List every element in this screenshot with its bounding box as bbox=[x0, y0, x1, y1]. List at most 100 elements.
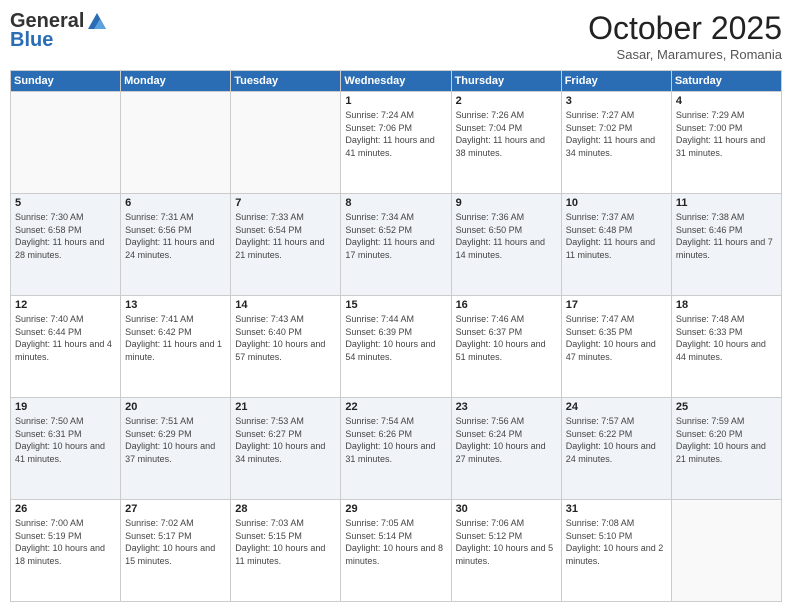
table-row: 15 Sunrise: 7:44 AM Sunset: 6:39 PM Dayli… bbox=[341, 296, 451, 398]
table-row: 25Sunrise: 7:59 AM Sunset: 6:20 PM Dayli… bbox=[671, 398, 781, 500]
day-info: Sunrise: 7:33 AM Sunset: 6:54 PM Dayligh… bbox=[235, 211, 336, 261]
table-row: 16 Sunrise: 7:46 AM Sunset: 6:37 PM Dayli… bbox=[451, 296, 561, 398]
day-number: 17 bbox=[566, 299, 667, 311]
day-info: Sunrise: 7:43 AM Sunset: 6:40 PM Dayligh… bbox=[235, 313, 336, 363]
table-row: 2 Sunrise: 7:26 AM Sunset: 7:04 PM Daylig… bbox=[451, 92, 561, 194]
day-number: 14 bbox=[235, 299, 336, 311]
table-row: 24 Sunrise: 7:57 AM Sunset: 6:22 PM Dayli… bbox=[561, 398, 671, 500]
day-number: 11 bbox=[676, 197, 777, 209]
day-info: Sunrise: 7:53 AM Sunset: 6:27 PM Dayligh… bbox=[235, 415, 336, 465]
day-info: Sunrise: 7:41 AM Sunset: 6:42 PM Dayligh… bbox=[125, 313, 226, 363]
day-number: 10 bbox=[566, 197, 667, 209]
table-row: 20Sunrise: 7:51 AM Sunset: 6:29 PM Dayli… bbox=[121, 398, 231, 500]
table-row: 21Sunrise: 7:53 AM Sunset: 6:27 PM Dayli… bbox=[231, 398, 341, 500]
table-row: 19Sunrise: 7:50 AM Sunset: 6:31 PM Dayli… bbox=[11, 398, 121, 500]
day-info: Sunrise: 7:03 AM Sunset: 5:15 PM Dayligh… bbox=[235, 517, 336, 567]
calendar-table: Sunday Monday Tuesday Wednesday Thursday… bbox=[10, 70, 782, 602]
table-row: 28Sunrise: 7:03 AM Sunset: 5:15 PM Dayli… bbox=[231, 500, 341, 602]
page-container: General Blue October 2025 Sasar, Maramur… bbox=[0, 0, 792, 612]
day-number: 22 bbox=[345, 401, 446, 413]
table-row: 29Sunrise: 7:05 AM Sunset: 5:14 PM Dayli… bbox=[341, 500, 451, 602]
day-info: Sunrise: 7:30 AM Sunset: 6:58 PM Dayligh… bbox=[15, 211, 116, 261]
table-row: 3Sunrise: 7:27 AM Sunset: 7:02 PM Daylig… bbox=[561, 92, 671, 194]
day-number: 8 bbox=[345, 197, 446, 209]
day-number: 26 bbox=[15, 503, 116, 515]
day-number: 24 bbox=[566, 401, 667, 413]
logo: General Blue bbox=[10, 10, 108, 52]
day-number: 9 bbox=[456, 197, 557, 209]
day-number: 19 bbox=[15, 401, 116, 413]
day-number: 31 bbox=[566, 503, 667, 515]
table-row: 4 Sunrise: 7:29 AM Sunset: 7:00 PM Daylig… bbox=[671, 92, 781, 194]
day-number: 2 bbox=[456, 95, 557, 107]
table-row: 23 Sunrise: 7:56 AM Sunset: 6:24 PM Dayli… bbox=[451, 398, 561, 500]
location-subtitle: Sasar, Maramures, Romania bbox=[588, 47, 782, 62]
day-info: Sunrise: 7:48 AM Sunset: 6:33 PM Dayligh… bbox=[676, 313, 777, 363]
table-row: 31 Sunrise: 7:08 AM Sunset: 5:10 PM Dayli… bbox=[561, 500, 671, 602]
day-info: Sunrise: 7:06 AM Sunset: 5:12 PM Dayligh… bbox=[456, 517, 557, 567]
day-info: Sunrise: 7:37 AM Sunset: 6:48 PM Dayligh… bbox=[566, 211, 667, 261]
month-title: October 2025 bbox=[588, 10, 782, 47]
calendar-week-row: 5 Sunrise: 7:30 AM Sunset: 6:58 PM Daylig… bbox=[11, 194, 782, 296]
day-info: Sunrise: 7:59 AM Sunset: 6:20 PM Dayligh… bbox=[676, 415, 777, 465]
day-info: Sunrise: 7:57 AM Sunset: 6:22 PM Dayligh… bbox=[566, 415, 667, 465]
table-row: 13 Sunrise: 7:41 AM Sunset: 6:42 PM Dayli… bbox=[121, 296, 231, 398]
col-sunday: Sunday bbox=[11, 71, 121, 92]
table-row: 10 Sunrise: 7:37 AM Sunset: 6:48 PM Dayli… bbox=[561, 194, 671, 296]
table-row: 6Sunrise: 7:31 AM Sunset: 6:56 PM Daylig… bbox=[121, 194, 231, 296]
day-info: Sunrise: 7:38 AM Sunset: 6:46 PM Dayligh… bbox=[676, 211, 777, 261]
day-info: Sunrise: 7:26 AM Sunset: 7:04 PM Dayligh… bbox=[456, 109, 557, 159]
day-number: 30 bbox=[456, 503, 557, 515]
table-row: 26 Sunrise: 7:00 AM Sunset: 5:19 PM Dayli… bbox=[11, 500, 121, 602]
col-saturday: Saturday bbox=[671, 71, 781, 92]
day-number: 15 bbox=[345, 299, 446, 311]
day-info: Sunrise: 7:08 AM Sunset: 5:10 PM Dayligh… bbox=[566, 517, 667, 567]
table-row: 30 Sunrise: 7:06 AM Sunset: 5:12 PM Dayli… bbox=[451, 500, 561, 602]
table-row: 11 Sunrise: 7:38 AM Sunset: 6:46 PM Dayli… bbox=[671, 194, 781, 296]
day-info: Sunrise: 7:34 AM Sunset: 6:52 PM Dayligh… bbox=[345, 211, 446, 261]
day-info: Sunrise: 7:51 AM Sunset: 6:29 PM Dayligh… bbox=[125, 415, 226, 465]
day-info: Sunrise: 7:44 AM Sunset: 6:39 PM Dayligh… bbox=[345, 313, 446, 363]
day-number: 16 bbox=[456, 299, 557, 311]
table-row bbox=[231, 92, 341, 194]
logo-blue-text: Blue bbox=[10, 29, 53, 52]
day-info: Sunrise: 7:29 AM Sunset: 7:00 PM Dayligh… bbox=[676, 109, 777, 159]
table-row: 22 Sunrise: 7:54 AM Sunset: 6:26 PM Dayli… bbox=[341, 398, 451, 500]
day-info: Sunrise: 7:54 AM Sunset: 6:26 PM Dayligh… bbox=[345, 415, 446, 465]
page-header: General Blue October 2025 Sasar, Maramur… bbox=[10, 10, 782, 62]
day-number: 1 bbox=[345, 95, 446, 107]
col-friday: Friday bbox=[561, 71, 671, 92]
day-info: Sunrise: 7:27 AM Sunset: 7:02 PM Dayligh… bbox=[566, 109, 667, 159]
table-row: 27Sunrise: 7:02 AM Sunset: 5:17 PM Dayli… bbox=[121, 500, 231, 602]
calendar-header-row: Sunday Monday Tuesday Wednesday Thursday… bbox=[11, 71, 782, 92]
col-thursday: Thursday bbox=[451, 71, 561, 92]
col-wednesday: Wednesday bbox=[341, 71, 451, 92]
day-info: Sunrise: 7:46 AM Sunset: 6:37 PM Dayligh… bbox=[456, 313, 557, 363]
day-info: Sunrise: 7:56 AM Sunset: 6:24 PM Dayligh… bbox=[456, 415, 557, 465]
table-row: 7 Sunrise: 7:33 AM Sunset: 6:54 PM Daylig… bbox=[231, 194, 341, 296]
table-row bbox=[121, 92, 231, 194]
logo-icon bbox=[86, 11, 108, 33]
day-info: Sunrise: 7:47 AM Sunset: 6:35 PM Dayligh… bbox=[566, 313, 667, 363]
day-number: 7 bbox=[235, 197, 336, 209]
calendar-week-row: 19Sunrise: 7:50 AM Sunset: 6:31 PM Dayli… bbox=[11, 398, 782, 500]
title-block: October 2025 Sasar, Maramures, Romania bbox=[588, 10, 782, 62]
table-row: 8 Sunrise: 7:34 AM Sunset: 6:52 PM Daylig… bbox=[341, 194, 451, 296]
day-number: 5 bbox=[15, 197, 116, 209]
table-row: 5 Sunrise: 7:30 AM Sunset: 6:58 PM Daylig… bbox=[11, 194, 121, 296]
day-number: 29 bbox=[345, 503, 446, 515]
day-number: 4 bbox=[676, 95, 777, 107]
day-number: 12 bbox=[15, 299, 116, 311]
table-row: 9Sunrise: 7:36 AM Sunset: 6:50 PM Daylig… bbox=[451, 194, 561, 296]
col-monday: Monday bbox=[121, 71, 231, 92]
day-number: 27 bbox=[125, 503, 226, 515]
table-row: 18 Sunrise: 7:48 AM Sunset: 6:33 PM Dayli… bbox=[671, 296, 781, 398]
day-info: Sunrise: 7:40 AM Sunset: 6:44 PM Dayligh… bbox=[15, 313, 116, 363]
day-info: Sunrise: 7:00 AM Sunset: 5:19 PM Dayligh… bbox=[15, 517, 116, 567]
table-row: 14 Sunrise: 7:43 AM Sunset: 6:40 PM Dayli… bbox=[231, 296, 341, 398]
day-number: 23 bbox=[456, 401, 557, 413]
table-row bbox=[11, 92, 121, 194]
day-number: 13 bbox=[125, 299, 226, 311]
table-row bbox=[671, 500, 781, 602]
day-number: 18 bbox=[676, 299, 777, 311]
